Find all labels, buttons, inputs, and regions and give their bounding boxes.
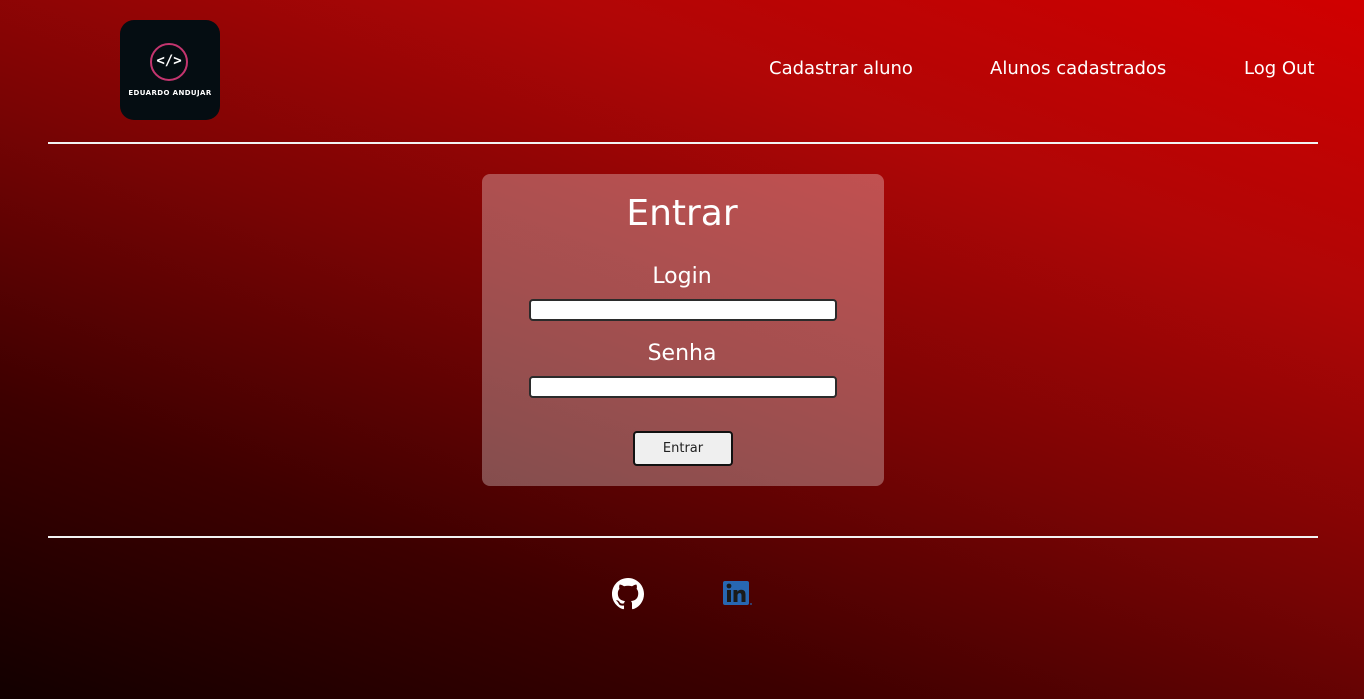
linkedin-link[interactable]	[721, 578, 753, 610]
login-input[interactable]	[529, 299, 837, 321]
footer-divider	[48, 536, 1318, 538]
nav-link-alunos-cadastrados[interactable]: Alunos cadastrados	[990, 58, 1166, 79]
login-title: Entrar	[626, 193, 738, 234]
logo-symbol: </>	[156, 53, 182, 69]
entrar-button[interactable]: Entrar	[633, 431, 733, 466]
nav-link-cadastrar-aluno[interactable]: Cadastrar aluno	[769, 58, 913, 79]
senha-input[interactable]	[529, 376, 837, 398]
linkedin-icon	[723, 581, 752, 605]
logo-name: EDUARDO ANDUJAR	[128, 89, 212, 97]
site-header: </> EDUARDO ANDUJAR Cadastrar aluno Alun…	[0, 0, 1364, 143]
login-label: Login	[652, 264, 712, 289]
github-link[interactable]	[612, 578, 644, 610]
senha-label: Senha	[647, 341, 717, 366]
brand-logo[interactable]: </> EDUARDO ANDUJAR	[120, 20, 220, 120]
code-icon: </>	[150, 43, 188, 81]
nav-link-log-out[interactable]: Log Out	[1244, 58, 1315, 79]
header-divider	[48, 142, 1318, 144]
github-icon	[612, 578, 644, 610]
